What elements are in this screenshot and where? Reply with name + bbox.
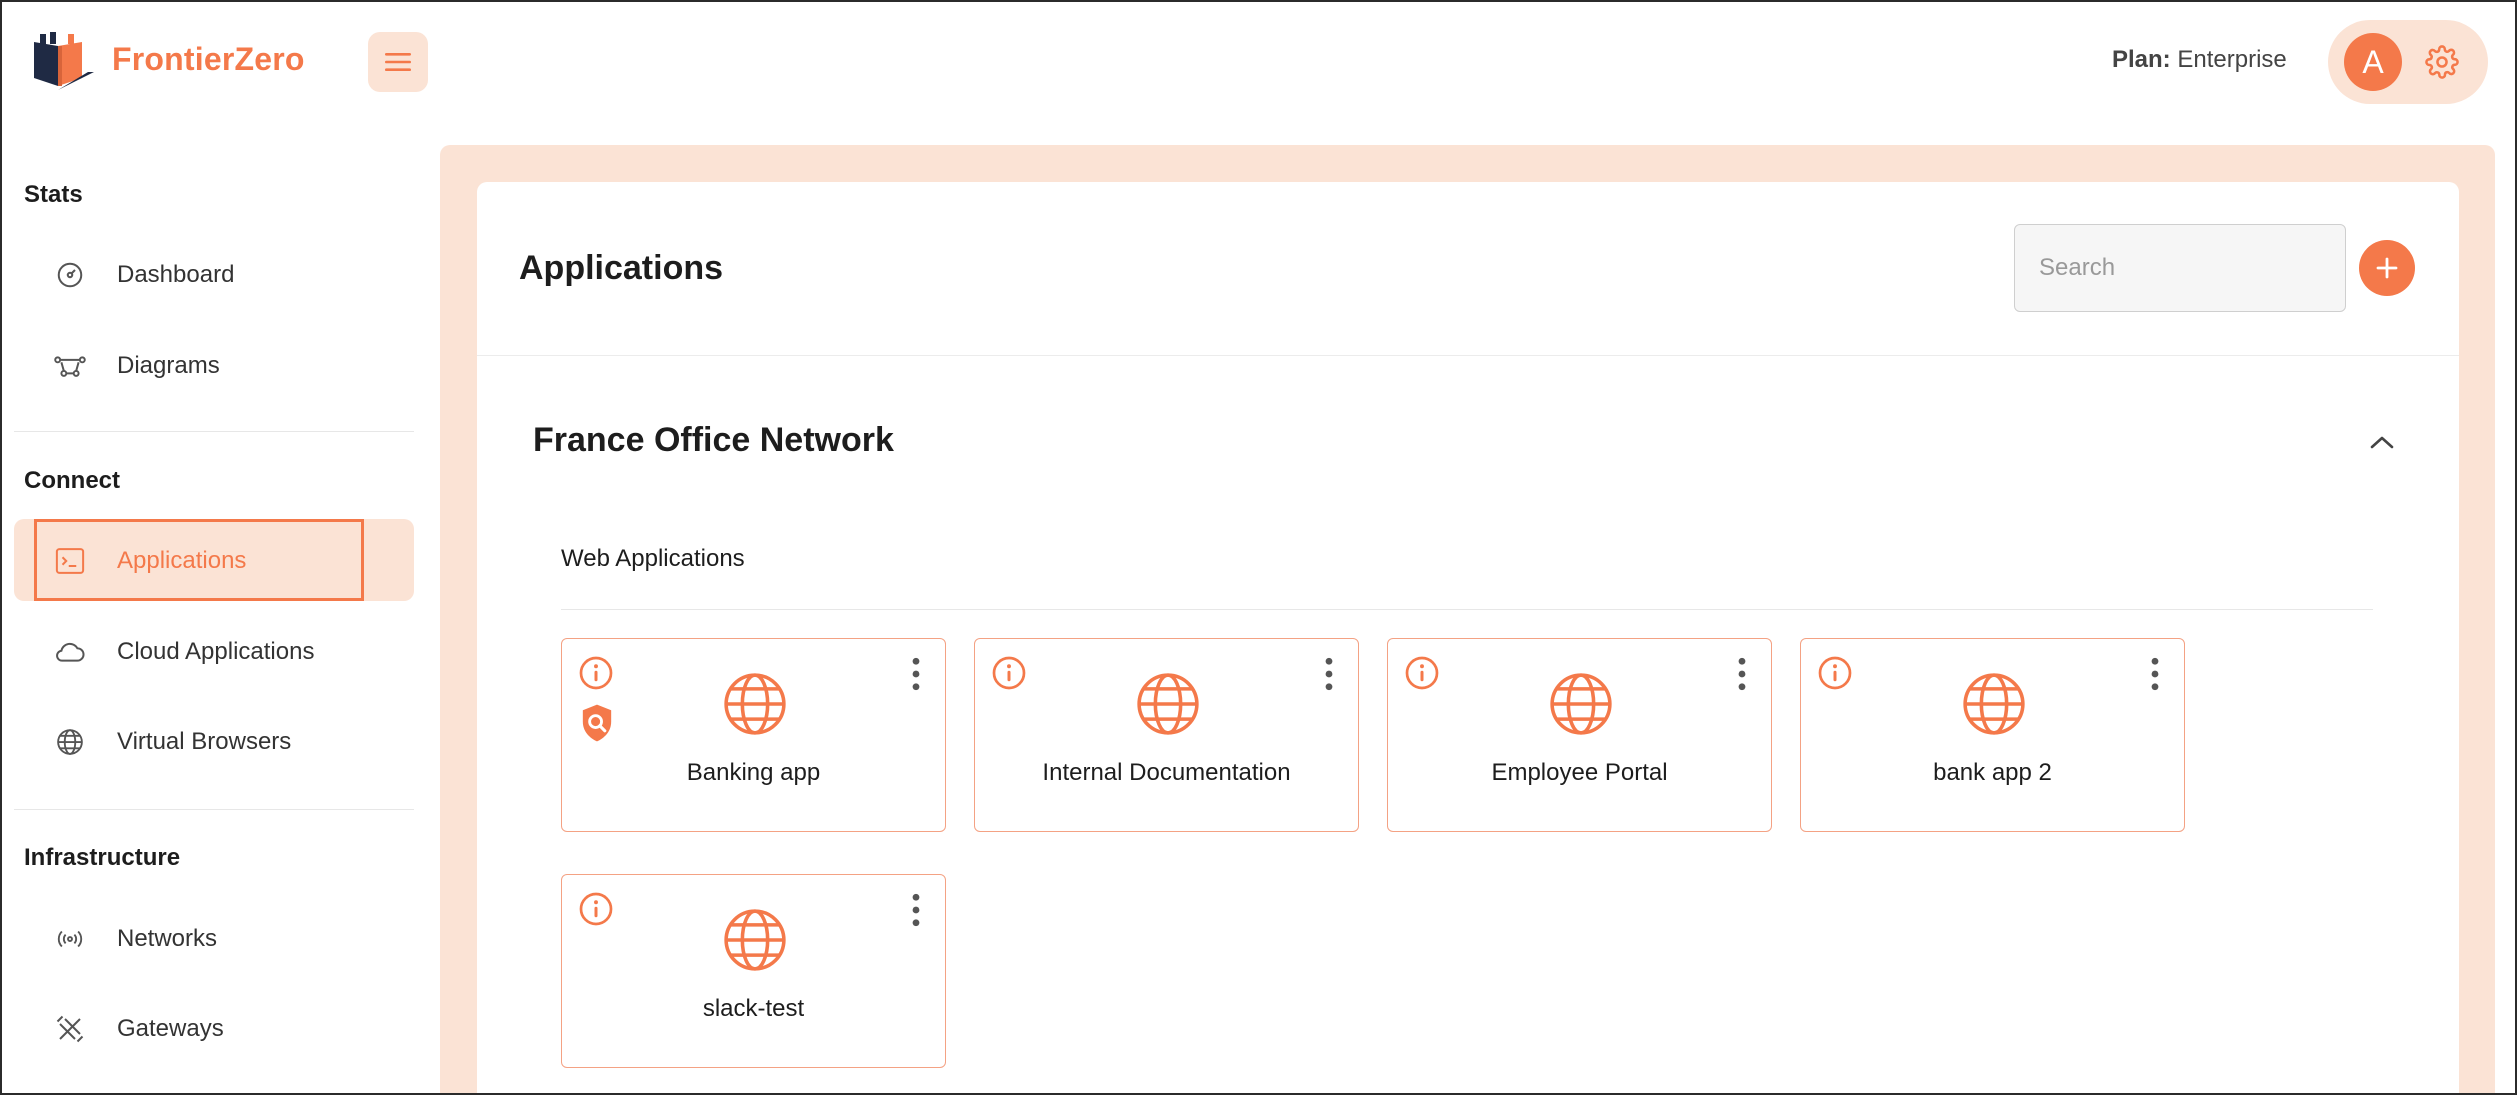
globe-icon [1550,673,1612,735]
more-options-icon[interactable] [909,893,923,927]
globe-icon [724,673,786,735]
broadcast-icon [54,923,86,955]
app-tile-internal-documentation[interactable]: Internal Documentation [974,638,1359,832]
more-options-icon[interactable] [1322,657,1336,691]
sidebar-item-gateways[interactable]: Gateways [14,987,414,1069]
network-group-title: France Office Network [533,421,894,459]
globe-icon [1137,673,1199,735]
app-window: FrontierZero Plan: Enterprise A Stats Da… [0,0,2517,1095]
app-tile-bank-app-2[interactable]: bank app 2 [1800,638,2185,832]
globe-icon [724,909,786,971]
search-input[interactable] [2014,224,2346,312]
sidebar-item-applications[interactable]: Applications [14,519,414,601]
sidebar-item-diagrams[interactable]: Diagrams [14,324,414,406]
plan-value: Enterprise [2177,46,2287,73]
sidebar-item-label: Virtual Browsers [117,728,292,755]
plan-indicator: Plan: Enterprise [2112,46,2287,74]
sidebar-item-label: Applications [117,547,247,574]
avatar[interactable]: A [2344,33,2402,91]
app-name: bank app 2 [1933,759,2052,786]
hamburger-icon [385,53,411,71]
sidebar-section-infrastructure: Infrastructure [24,844,181,871]
globe-icon [1963,673,2025,735]
more-options-icon[interactable] [1735,657,1749,691]
info-icon[interactable] [991,655,1027,691]
sidebar-section-stats: Stats [24,181,83,208]
more-options-icon[interactable] [2148,657,2162,691]
sidebar-item-label: Cloud Applications [117,638,315,665]
settings-button[interactable] [2424,44,2460,80]
collapse-group-button[interactable] [2364,424,2400,460]
sidebar-item-networks[interactable]: Networks [14,897,414,979]
plan-label: Plan: [2112,46,2171,73]
plus-icon [2376,257,2398,279]
user-menu: A [2328,20,2488,104]
info-icon[interactable] [1404,655,1440,691]
diagram-icon [54,350,86,382]
sidebar-item-label: Dashboard [117,261,235,288]
sidebar-section-connect: Connect [24,467,120,494]
sidebar-item-cloud-applications[interactable]: Cloud Applications [14,610,414,692]
subsection-divider [561,609,2373,610]
gauge-icon [54,259,86,291]
menu-toggle-button[interactable] [368,32,428,92]
more-options-icon[interactable] [909,657,923,691]
terminal-icon [54,545,86,577]
app-name: Banking app [686,759,821,786]
sidebar-divider [14,809,414,810]
globe-icon [54,726,86,758]
page-title: Applications [519,249,724,287]
add-application-button[interactable] [2359,240,2415,296]
info-icon[interactable] [578,891,614,927]
shield-search-icon [582,704,612,742]
app-tile-slack-test[interactable]: slack-test [561,874,946,1068]
sidebar-item-label: Gateways [117,1015,224,1042]
sidebar-item-virtual-browsers[interactable]: Virtual Browsers [14,700,414,782]
chevron-up-icon [2370,436,2394,449]
info-icon[interactable] [578,655,614,691]
card-header-divider [477,355,2459,356]
sidebar-item-label: Networks [117,925,218,952]
cloud-icon [54,636,86,668]
castle-logo-icon [28,32,94,90]
app-tile-employee-portal[interactable]: Employee Portal [1387,638,1772,832]
app-name: Employee Portal [1491,759,1668,786]
gear-icon [2425,45,2459,79]
subsection-title: Web Applications [561,545,745,572]
app-tile-banking-app[interactable]: Banking app [561,638,946,832]
sidebar-item-label: Diagrams [117,352,220,379]
app-name: Internal Documentation [1042,759,1291,786]
info-icon[interactable] [1817,655,1853,691]
brand-logo[interactable]: FrontierZero [28,28,305,90]
gateway-icon [54,1013,86,1045]
app-name: slack-test [702,995,805,1022]
brand-name: FrontierZero [112,40,305,77]
sidebar-divider [14,431,414,432]
sidebar-item-dashboard[interactable]: Dashboard [14,233,414,315]
